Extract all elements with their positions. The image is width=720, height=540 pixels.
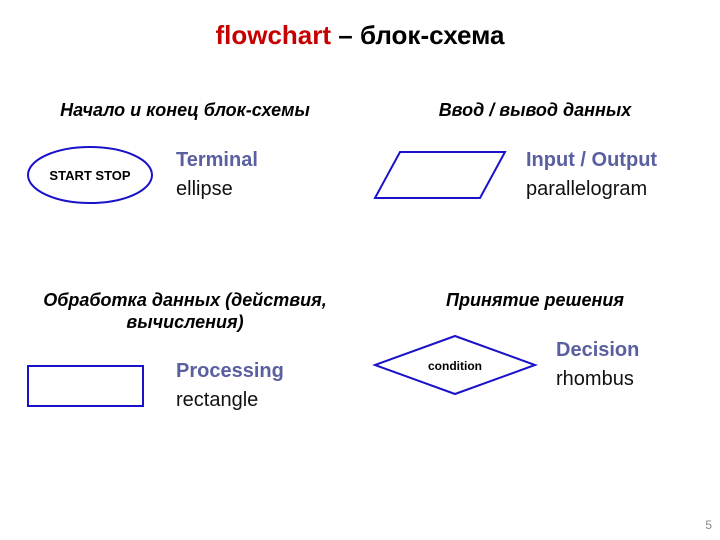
ellipse-inner-text: START STOP [49,168,130,183]
labels-decision: Decision rhombus [556,339,639,391]
row-decision: condition Decision rhombus [370,330,700,400]
page-title: flowchart – блок-схема [0,20,720,51]
en-term-processing: Processing [176,360,284,383]
shape-name-io: parallelogram [526,178,657,201]
en-term-io: Input / Output [526,149,657,172]
rhombus-icon: condition [370,330,540,400]
shape-decision: condition [370,330,540,400]
shape-name-decision: rhombus [556,368,639,391]
en-term-decision: Decision [556,339,639,362]
ru-label-io: Ввод / вывод данных [370,100,700,122]
title-word-flowchart: flowchart [215,20,331,50]
shape-name-terminal: ellipse [176,178,258,201]
diagram-grid: Начало и конец блок-схемы START STOP Ter… [20,100,700,480]
cell-io: Ввод / вывод данных Input / Output paral… [370,100,700,290]
ru-label-processing: Обработка данных (действия, вычисления) [20,290,350,333]
title-dash: – [331,20,360,50]
labels-processing: Processing rectangle [176,360,284,412]
labels-terminal: Terminal ellipse [176,149,258,201]
en-term-terminal: Terminal [176,149,258,172]
cell-processing: Обработка данных (действия, вычисления) … [20,290,350,480]
ellipse-icon: START STOP [20,140,160,210]
page-number: 5 [705,518,712,532]
row-terminal: START STOP Terminal ellipse [20,140,350,210]
rhombus-inner-text: condition [428,359,482,373]
row-processing: Processing rectangle [20,351,350,421]
parallelogram-icon [370,140,510,210]
shape-terminal: START STOP [20,140,160,210]
title-word-ru: блок-схема [360,20,505,50]
row-io: Input / Output parallelogram [370,140,700,210]
shape-processing [20,351,160,421]
shape-name-processing: rectangle [176,389,284,412]
ru-label-terminal: Начало и конец блок-схемы [20,100,350,122]
cell-terminal: Начало и конец блок-схемы START STOP Ter… [20,100,350,290]
labels-io: Input / Output parallelogram [526,149,657,201]
cell-decision: Принятие решения condition Decision rhom… [370,290,700,480]
shape-io [370,140,510,210]
ru-label-decision: Принятие решения [370,290,700,312]
rectangle-icon [20,351,160,421]
